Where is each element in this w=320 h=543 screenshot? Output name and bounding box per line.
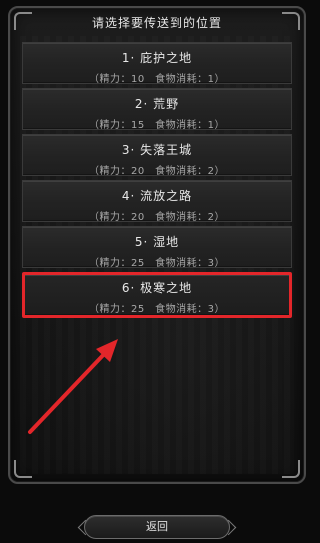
destination-option-2[interactable]: 2· 荒野 （精力：15 食物消耗：1）: [22, 88, 292, 131]
back-button[interactable]: 返回: [84, 515, 230, 539]
destination-cost: （精力：20 食物消耗：2）: [88, 212, 226, 223]
ornament-corner-bottom-right: [282, 460, 300, 478]
destination-name: 2· 荒野: [134, 97, 180, 111]
destination-option-5[interactable]: 5· 湿地 （精力：25 食物消耗：3）: [22, 226, 292, 269]
destination-cost: （精力：15 食物消耗：1）: [88, 120, 226, 131]
destination-option-3[interactable]: 3· 失落王城 （精力：20 食物消耗：2）: [22, 134, 292, 177]
destination-name: 6· 极寒之地: [121, 281, 193, 295]
destination-name: 3· 失落王城: [121, 143, 193, 157]
destination-option-6[interactable]: 6· 极寒之地 （精力：25 食物消耗：3）: [22, 272, 292, 318]
destination-name: 1· 庇护之地: [121, 51, 193, 65]
ornament-corner-bottom-left: [14, 460, 32, 478]
dialog-title: 请选择要传送到的位置: [91, 16, 222, 30]
destination-cost: （精力：25 食物消耗：3）: [88, 304, 226, 315]
destination-name: 4· 流放之路: [121, 189, 193, 203]
destination-option-1[interactable]: 1· 庇护之地 （精力：10 食物消耗：1）: [22, 42, 292, 85]
destination-cost: （精力：20 食物消耗：2）: [88, 166, 226, 177]
destination-list: 1· 庇护之地 （精力：10 食物消耗：1） 2· 荒野 （精力：15 食物消耗…: [22, 42, 292, 322]
destination-option-4[interactable]: 4· 流放之路 （精力：20 食物消耗：2）: [22, 180, 292, 223]
destination-cost: （精力：25 食物消耗：3）: [88, 258, 226, 269]
destination-cost: （精力：10 食物消耗：1）: [88, 74, 226, 85]
destination-name: 5· 湿地: [134, 235, 180, 249]
